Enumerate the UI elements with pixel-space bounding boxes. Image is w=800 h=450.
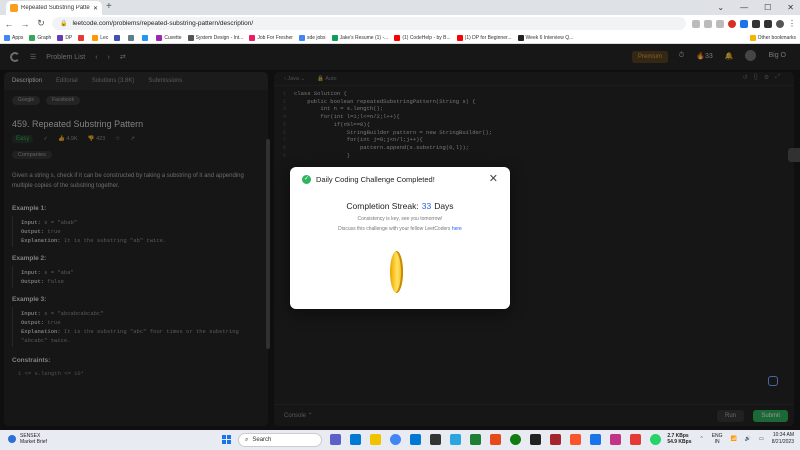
app-icon[interactable] [350, 434, 361, 445]
bookmarks-bar: Apps Graph DP Lec Cuvette System Design … [0, 32, 800, 44]
bookmark-item[interactable]: DP [57, 34, 72, 41]
bookmark-item[interactable]: (1) CodeHelp - by B... [394, 34, 451, 41]
zoom-icon[interactable] [692, 19, 700, 28]
completion-streak: Completion Streak: 33 Days [346, 201, 454, 211]
app-icon[interactable] [330, 434, 341, 445]
tab-close-icon[interactable]: ✕ [93, 5, 98, 12]
widget-subtitle: Market Brief [20, 439, 47, 445]
app-icon[interactable] [590, 434, 601, 445]
browser-tab-bar: Repeated Substring Pattern - Le... ✕ + ⌄… [0, 0, 800, 15]
taskbar-apps [330, 434, 661, 445]
reload-icon[interactable]: ↻ [36, 18, 46, 29]
bookmark-item[interactable]: (1) DP for Beginner... [456, 34, 512, 41]
bookmark-item[interactable]: Jake's Resume (1) -... [331, 34, 388, 41]
minimize-button[interactable]: — [740, 0, 748, 15]
window-controls: ⌄ — ☐ ✕ [717, 0, 794, 15]
wifi-icon[interactable]: 📶 [731, 436, 737, 442]
windows-taskbar: SENSEX Market Brief ⌕ Search 2.7 KBps 54… [0, 430, 800, 450]
bookmark-item[interactable]: Apps [4, 34, 23, 41]
forward-icon[interactable]: → [20, 19, 30, 29]
app-icon[interactable] [550, 434, 561, 445]
modal-title: Daily Coding Challenge Completed! [316, 175, 435, 184]
volume-icon[interactable]: 🔊 [745, 436, 751, 442]
back-icon[interactable]: ← [4, 19, 14, 29]
network-speed: 2.7 KBps 54.9 KBps [667, 433, 692, 445]
extension-icons: ⋮ [692, 19, 796, 28]
bookmark-item[interactable]: Cuvette [156, 34, 182, 41]
address-row: ← → ↻ 🔒 leetcode.com/problems/repeated-s… [0, 15, 800, 32]
extensions-puzzle-icon[interactable] [752, 19, 760, 28]
other-bookmarks[interactable]: Other bookmarks [749, 34, 796, 41]
url-text: leetcode.com/problems/repeated-substring… [72, 20, 254, 27]
app-icon[interactable] [410, 434, 421, 445]
bookmark-item[interactable]: System Design - Int... [187, 34, 243, 41]
bookmark-item[interactable]: Week 6 Interview Q... [517, 34, 573, 41]
bookmark-item[interactable]: sde jobs [298, 34, 326, 41]
sidebar-icon[interactable] [764, 19, 772, 28]
bookmark-item[interactable] [114, 34, 122, 41]
consistency-text: Consistency is key, see you tomorrow! [357, 216, 443, 222]
market-icon [8, 435, 16, 443]
close-window-button[interactable]: ✕ [787, 0, 794, 15]
bookmark-item[interactable]: Graph [29, 34, 51, 41]
spinning-coin-icon [390, 251, 403, 293]
folder-icon[interactable] [370, 434, 381, 445]
bookmark-item[interactable] [128, 34, 136, 41]
app-icon[interactable] [490, 434, 501, 445]
profile-avatar-icon[interactable] [776, 19, 784, 28]
app-icon[interactable] [430, 434, 441, 445]
discuss-text: Discuss this challenge with your fellow … [338, 226, 462, 232]
challenge-complete-modal: ✓ Daily Coding Challenge Completed! ✕ Co… [290, 167, 510, 309]
lock-icon: 🔒 [60, 21, 68, 27]
extension-red-icon[interactable] [728, 19, 736, 28]
address-bar[interactable]: 🔒 leetcode.com/problems/repeated-substri… [52, 17, 686, 30]
bookmark-star-icon[interactable] [716, 19, 724, 28]
chrome-icon[interactable] [390, 434, 401, 445]
tab-title: Repeated Substring Pattern - Le... [21, 5, 90, 11]
app-icon[interactable] [630, 434, 641, 445]
brave-icon[interactable] [570, 434, 581, 445]
modal-header: ✓ Daily Coding Challenge Completed! [302, 175, 435, 184]
whatsapp-icon[interactable] [650, 434, 661, 445]
language-indicator[interactable]: ENG IN [712, 433, 723, 445]
bookmark-item[interactable] [78, 34, 86, 41]
news-widget[interactable]: SENSEX Market Brief [8, 433, 47, 445]
streak-count: 33 [421, 201, 432, 211]
bookmark-item[interactable] [142, 34, 150, 41]
check-circle-icon: ✓ [302, 175, 311, 184]
system-tray: 2.7 KBps 54.9 KBps ⌃ ENG IN 📶 🔊 ▭ 10:34 A… [667, 432, 794, 446]
app-icon[interactable] [530, 434, 541, 445]
taskbar-search[interactable]: ⌕ Search [238, 433, 322, 447]
extension-blue-icon[interactable] [740, 19, 748, 28]
clock[interactable]: 10:34 AM 8/21/2023 [772, 432, 794, 446]
maximize-button[interactable]: ☐ [764, 0, 771, 15]
menu-dots-icon[interactable]: ⋮ [788, 19, 796, 28]
windows-start-icon[interactable] [222, 435, 231, 444]
tab-search-button[interactable]: ⌄ [717, 0, 724, 15]
instagram-icon[interactable] [610, 434, 621, 445]
bookmark-item[interactable]: Lec [92, 34, 108, 41]
leetcode-favicon-icon [10, 4, 18, 12]
search-icon: ⌕ [245, 436, 249, 443]
browser-tab[interactable]: Repeated Substring Pattern - Le... ✕ [6, 1, 102, 15]
new-tab-button[interactable]: + [106, 1, 112, 12]
bookmark-item[interactable]: Job For Fresher [249, 34, 293, 41]
app-icon[interactable] [470, 434, 481, 445]
battery-icon[interactable]: ▭ [759, 436, 764, 442]
tray-chevron-icon[interactable]: ⌃ [700, 436, 704, 442]
app-icon[interactable] [450, 434, 461, 445]
close-icon[interactable]: ✕ [489, 172, 498, 185]
share-icon[interactable] [704, 19, 712, 28]
xbox-icon[interactable] [510, 434, 521, 445]
discuss-link[interactable]: here [452, 226, 462, 232]
help-icon[interactable] [768, 376, 778, 386]
